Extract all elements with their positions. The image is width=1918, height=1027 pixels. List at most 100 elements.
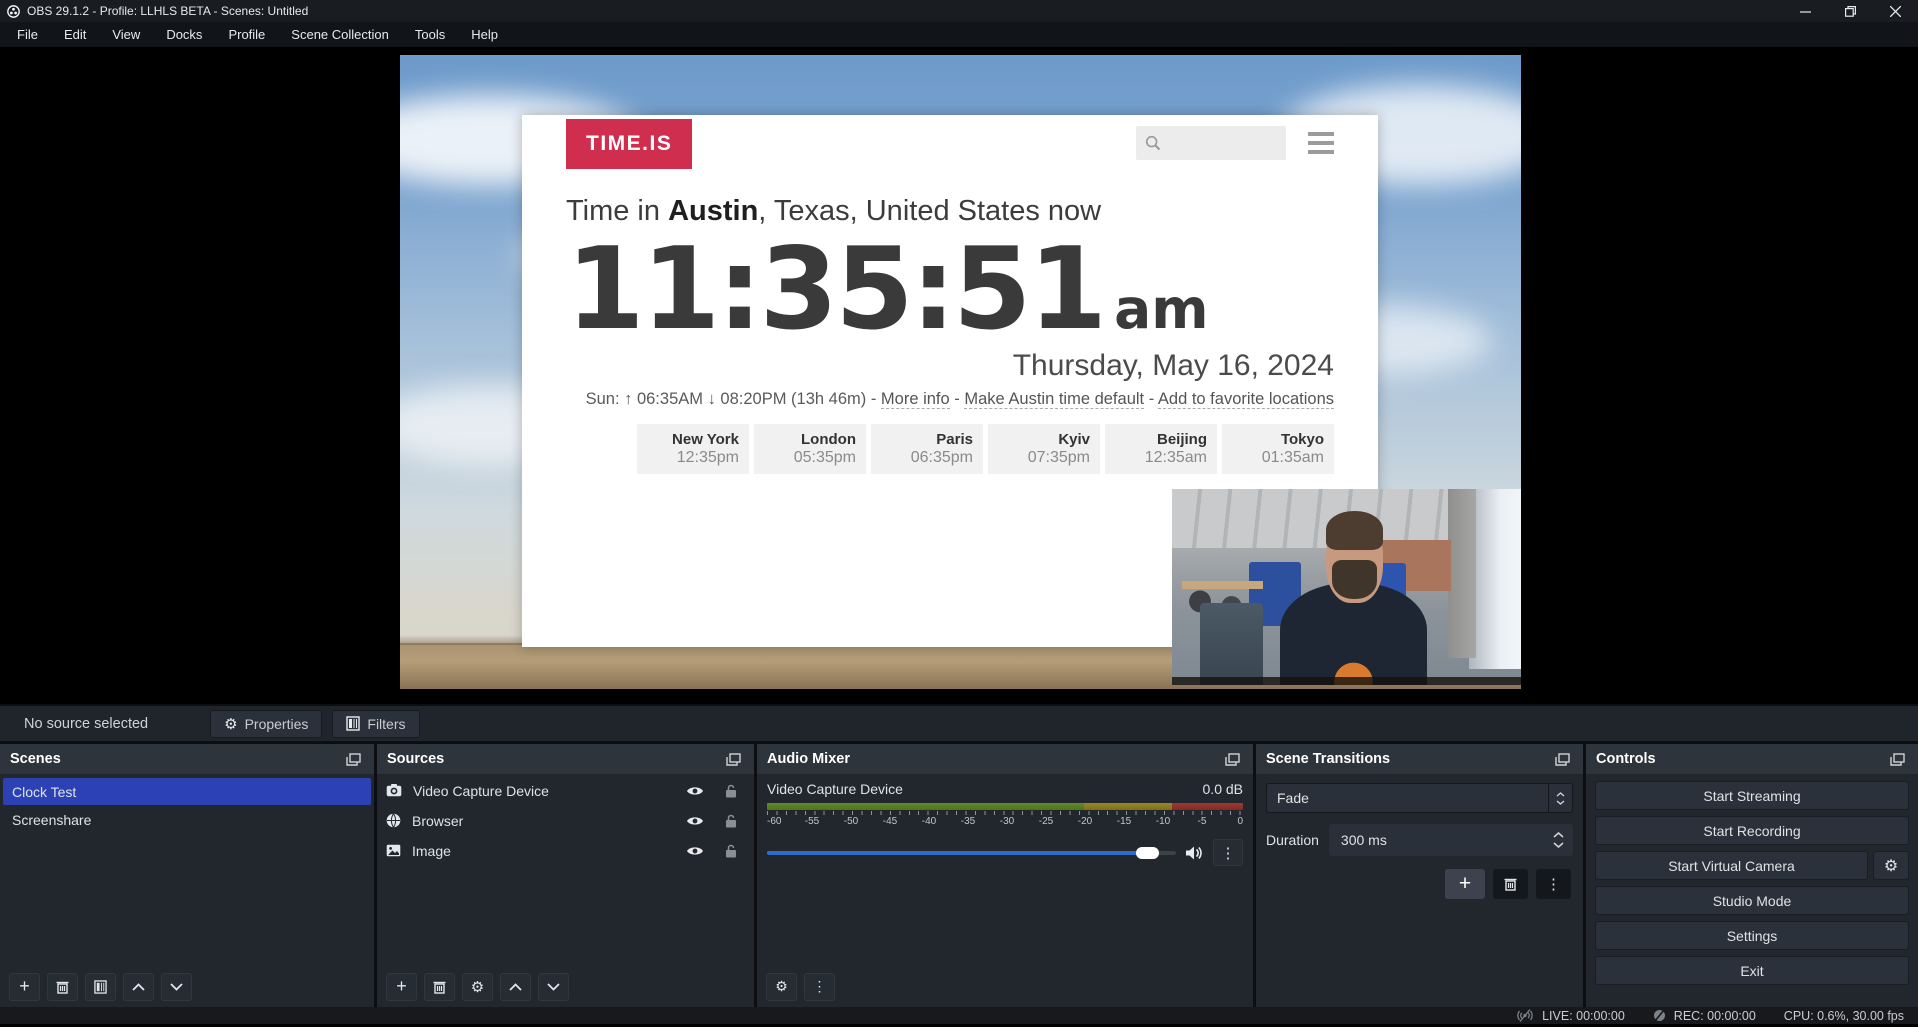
webcam-window-art	[1469, 489, 1521, 669]
clock-tokyo[interactable]: Tokyo01:35am	[1222, 424, 1334, 474]
source-down-button[interactable]	[538, 973, 569, 1001]
audio-mixer-dock: Audio Mixer Video Capture Device 0.0 dB …	[757, 744, 1253, 1007]
webcam-chair-art	[1200, 603, 1263, 685]
scene-up-button[interactable]	[123, 973, 154, 1001]
gear-icon: ⚙	[224, 715, 237, 733]
add-scene-button[interactable]: +	[9, 973, 40, 1001]
menu-help[interactable]: Help	[458, 23, 511, 46]
controls-dock-title: Controls	[1596, 751, 1656, 767]
clock-beijing[interactable]: Beijing12:35am	[1105, 424, 1217, 474]
stream-inactive-icon	[1516, 1009, 1534, 1022]
filter-icon	[346, 716, 360, 731]
scene-filters-button[interactable]	[85, 973, 116, 1001]
close-button[interactable]	[1873, 0, 1918, 22]
cpu-fps-status: CPU: 0.6%, 30.00 fps	[1784, 1009, 1904, 1023]
duration-input[interactable]: 300 ms	[1329, 824, 1573, 856]
source-up-button[interactable]	[500, 973, 531, 1001]
make-default-link[interactable]: Make Austin time default	[964, 390, 1144, 409]
lock-icon[interactable]	[725, 814, 737, 828]
clock-london[interactable]: London05:35pm	[754, 424, 866, 474]
settings-button[interactable]: Settings	[1595, 921, 1909, 950]
visibility-eye-icon[interactable]	[686, 815, 704, 827]
volume-slider[interactable]	[767, 851, 1176, 855]
popout-icon[interactable]	[1221, 749, 1243, 769]
audio-mixer-dock-title: Audio Mixer	[767, 751, 850, 767]
mixer-options-button[interactable]: ⋮	[1213, 839, 1243, 866]
meter-tick-marks	[767, 811, 1243, 815]
scene-item-screenshare[interactable]: Screenshare	[3, 806, 371, 833]
menu-docks[interactable]: Docks	[153, 23, 215, 46]
menu-file[interactable]: File	[4, 23, 51, 46]
start-virtual-camera-button[interactable]: Start Virtual Camera	[1595, 851, 1868, 880]
mixer-channel-name: Video Capture Device	[767, 781, 903, 797]
source-toolbar: No source selected ⚙ Properties Filters	[0, 704, 1918, 741]
add-favorite-link[interactable]: Add to favorite locations	[1158, 390, 1334, 409]
popout-icon[interactable]	[342, 749, 364, 769]
visibility-eye-icon[interactable]	[686, 845, 704, 857]
search-icon	[1144, 134, 1162, 152]
add-source-button[interactable]: +	[386, 973, 417, 1001]
popout-icon[interactable]	[1551, 749, 1573, 769]
menu-scene-collection[interactable]: Scene Collection	[278, 23, 402, 46]
clock-paris[interactable]: Paris06:35pm	[871, 424, 983, 474]
scene-item-clock-test[interactable]: Clock Test	[3, 778, 371, 805]
scene-preview-canvas[interactable]: TIME.IS Time in Austin, Texas, United St…	[400, 55, 1521, 689]
speaker-icon[interactable]	[1185, 845, 1204, 861]
webcam-table-art	[1182, 581, 1262, 589]
transition-select[interactable]: Fade	[1266, 783, 1573, 813]
source-properties-button[interactable]: ⚙	[462, 973, 493, 1001]
status-bar: LIVE: 00:00:00 REC: 00:00:00 CPU: 0.6%, …	[0, 1007, 1918, 1024]
visibility-eye-icon[interactable]	[686, 785, 704, 797]
source-row-image[interactable]: Image	[377, 837, 754, 864]
obs-logo-icon	[7, 5, 20, 18]
advanced-audio-button[interactable]: ⚙	[766, 973, 797, 1001]
search-input[interactable]	[1136, 126, 1286, 160]
popout-icon[interactable]	[722, 749, 744, 769]
volume-slider-handle[interactable]	[1136, 847, 1159, 859]
source-row-browser[interactable]: Browser	[377, 807, 754, 834]
studio-mode-button[interactable]: Studio Mode	[1595, 886, 1909, 915]
popout-icon[interactable]	[1886, 749, 1908, 769]
clock-kyiv[interactable]: Kyiv07:35pm	[988, 424, 1100, 474]
add-transition-button[interactable]: +	[1445, 869, 1485, 899]
lock-icon[interactable]	[725, 784, 737, 798]
mixer-level-db: 0.0 dB	[1203, 781, 1243, 797]
menu-edit[interactable]: Edit	[51, 23, 99, 46]
source-row-video-capture[interactable]: Video Capture Device	[377, 777, 754, 804]
hamburger-menu-icon[interactable]	[1308, 132, 1334, 154]
start-streaming-button[interactable]: Start Streaming	[1595, 781, 1909, 810]
remove-scene-button[interactable]	[47, 973, 78, 1001]
live-status: LIVE: 00:00:00	[1516, 1009, 1625, 1023]
properties-button[interactable]: ⚙ Properties	[210, 710, 322, 738]
webcam-person-beard	[1332, 560, 1377, 599]
scene-down-button[interactable]	[161, 973, 192, 1001]
exit-button[interactable]: Exit	[1595, 956, 1909, 985]
webcam-overlay[interactable]	[1172, 489, 1521, 685]
menu-profile[interactable]: Profile	[215, 23, 278, 46]
filters-button[interactable]: Filters	[332, 710, 419, 738]
more-info-link[interactable]: More info	[881, 390, 950, 409]
preview-area: TIME.IS Time in Austin, Texas, United St…	[0, 47, 1918, 704]
remove-source-button[interactable]	[424, 973, 455, 1001]
image-icon	[386, 844, 401, 857]
spinner-arrows-icon[interactable]	[1553, 832, 1564, 848]
lock-icon[interactable]	[725, 844, 737, 858]
transition-options-button[interactable]: ⋮	[1536, 869, 1571, 899]
combo-arrows-icon[interactable]	[1548, 784, 1572, 812]
minimize-button[interactable]	[1783, 0, 1828, 22]
mixer-menu-button[interactable]: ⋮	[804, 973, 835, 1001]
remove-transition-button[interactable]	[1493, 869, 1528, 899]
timeis-logo[interactable]: TIME.IS	[566, 119, 692, 169]
sources-dock: Sources Video Capture Device	[377, 744, 754, 1007]
menu-tools[interactable]: Tools	[402, 23, 458, 46]
start-recording-button[interactable]: Start Recording	[1595, 816, 1909, 845]
restore-button[interactable]	[1828, 0, 1873, 22]
title-bar: OBS 29.1.2 - Profile: LLHLS BETA - Scene…	[0, 0, 1918, 22]
scenes-dock-title: Scenes	[10, 751, 61, 767]
window-title: OBS 29.1.2 - Profile: LLHLS BETA - Scene…	[27, 4, 308, 18]
clock-new-york[interactable]: New York12:35pm	[637, 424, 749, 474]
webcam-person-hair	[1326, 511, 1384, 550]
virtual-camera-config-button[interactable]: ⚙	[1873, 851, 1909, 880]
meridiem: am	[1114, 277, 1208, 341]
menu-view[interactable]: View	[99, 23, 153, 46]
